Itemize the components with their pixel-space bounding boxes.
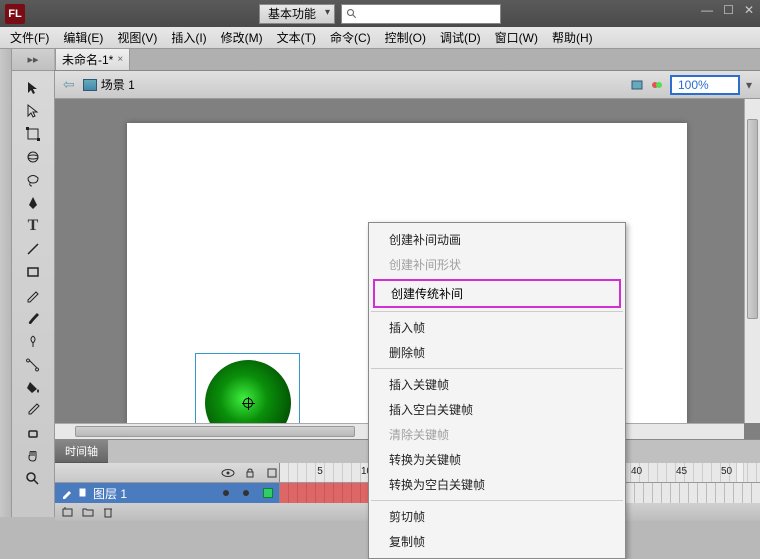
menu-clear-keyframe: 清除关键帧 <box>369 422 625 447</box>
menu-copy-frames[interactable]: 复制帧 <box>369 529 625 554</box>
layer-name-cell[interactable]: 图层 1 <box>55 483 280 503</box>
document-tab-label: 未命名-1* <box>62 51 113 68</box>
maximize-button[interactable]: ☐ <box>723 3 734 17</box>
menubar: 文件(F) 编辑(E) 视图(V) 插入(I) 修改(M) 文本(T) 命令(C… <box>0 27 760 49</box>
menu-convert-to-keyframes[interactable]: 转换为关键帧 <box>369 447 625 472</box>
workspace-selector[interactable]: 基本功能 <box>259 4 335 24</box>
scene-bar: ⇦ 场景 1 100% ▾ <box>55 71 760 99</box>
layer-name: 图层 1 <box>93 485 127 502</box>
outline-icon[interactable] <box>265 466 279 480</box>
menu-commands[interactable]: 命令(C) <box>330 29 371 46</box>
menu-control[interactable]: 控制(O) <box>385 29 426 46</box>
scrollbar-horizontal-thumb[interactable] <box>75 426 355 437</box>
scrollbar-vertical[interactable] <box>744 99 760 423</box>
search-box[interactable] <box>341 4 501 24</box>
zoom-dropdown-icon[interactable]: ▾ <box>746 78 752 92</box>
menu-edit[interactable]: 编辑(E) <box>63 29 103 46</box>
separator <box>371 311 623 312</box>
menu-remove-frames[interactable]: 删除帧 <box>369 340 625 365</box>
lock-icon[interactable] <box>243 466 257 480</box>
scrollbar-vertical-thumb[interactable] <box>747 119 758 319</box>
app-icon: FL <box>5 4 25 24</box>
bone-tool[interactable] <box>19 353 47 375</box>
edit-scene-icon[interactable] <box>630 78 644 92</box>
eye-icon[interactable] <box>221 466 235 480</box>
scene-icon <box>83 79 97 91</box>
document-tabs: 未命名-1* × <box>0 49 760 71</box>
menu-window[interactable]: 窗口(W) <box>495 29 538 46</box>
pencil-tool[interactable] <box>19 284 47 306</box>
edit-symbols-icon[interactable] <box>650 78 664 92</box>
zoom-tool[interactable] <box>19 468 47 490</box>
window-controls: — ☐ ✕ <box>701 3 754 17</box>
titlebar: FL 基本功能 — ☐ ✕ <box>0 0 760 27</box>
toolbox-header[interactable]: ▸▸ <box>12 49 54 71</box>
menu-insert-keyframe[interactable]: 插入关键帧 <box>369 372 625 397</box>
menu-insert-blank-keyframe[interactable]: 插入空白关键帧 <box>369 397 625 422</box>
scene-name: 场景 1 <box>101 76 135 93</box>
document-tab[interactable]: 未命名-1* × <box>55 48 130 70</box>
zoom-level[interactable]: 100% <box>670 75 740 95</box>
search-input[interactable] <box>358 8 488 20</box>
free-transform-tool[interactable] <box>19 123 47 145</box>
menu-create-shape-tween: 创建补间形状 <box>369 252 625 277</box>
brush-tool[interactable] <box>19 307 47 329</box>
line-tool[interactable] <box>19 238 47 260</box>
hand-tool[interactable] <box>19 445 47 467</box>
layer-lock-dot[interactable] <box>243 490 249 496</box>
menu-file[interactable]: 文件(F) <box>10 29 49 46</box>
menu-view[interactable]: 视图(V) <box>117 29 157 46</box>
menu-create-motion-tween[interactable]: 创建补间动画 <box>369 227 625 252</box>
layer-outline-swatch[interactable] <box>263 488 273 498</box>
menu-create-classic-tween[interactable]: 创建传统补间 <box>373 279 621 308</box>
subselection-tool[interactable] <box>19 100 47 122</box>
timeline-panel-tab[interactable]: 时间轴 <box>55 440 108 463</box>
separator <box>371 368 623 369</box>
menu-modify[interactable]: 修改(M) <box>221 29 263 46</box>
3d-rotation-tool[interactable] <box>19 146 47 168</box>
eraser-tool[interactable] <box>19 422 47 444</box>
registration-point-icon <box>243 398 253 408</box>
close-tab-button[interactable]: × <box>117 54 123 65</box>
track-divider <box>736 463 744 482</box>
layer-header-controls <box>55 463 280 482</box>
menu-text[interactable]: 文本(T) <box>277 29 316 46</box>
toolbox: ▸▸ T <box>12 71 55 517</box>
menu-help[interactable]: 帮助(H) <box>552 29 593 46</box>
separator <box>371 500 623 501</box>
back-arrow-icon[interactable]: ⇦ <box>63 76 75 93</box>
eyedropper-tool[interactable] <box>19 399 47 421</box>
context-menu: 创建补间动画 创建补间形状 创建传统补间 插入帧 删除帧 插入关键帧 插入空白关… <box>368 222 626 559</box>
minimize-button[interactable]: — <box>701 3 713 17</box>
menu-debug[interactable]: 调试(D) <box>440 29 481 46</box>
close-button[interactable]: ✕ <box>744 3 754 17</box>
rectangle-tool[interactable] <box>19 261 47 283</box>
menu-insert[interactable]: 插入(I) <box>171 29 206 46</box>
search-icon <box>346 8 358 20</box>
paint-bucket-tool[interactable] <box>19 376 47 398</box>
pen-tool[interactable] <box>19 192 47 214</box>
menu-convert-to-blank-keyframes[interactable]: 转换为空白关键帧 <box>369 472 625 497</box>
menu-insert-frame[interactable]: 插入帧 <box>369 315 625 340</box>
selection-tool[interactable] <box>19 77 47 99</box>
layer-visible-dot[interactable] <box>223 490 229 496</box>
deco-tool[interactable] <box>19 330 47 352</box>
left-rail <box>0 49 12 517</box>
lasso-tool[interactable] <box>19 169 47 191</box>
pen-icon <box>61 487 73 499</box>
text-tool[interactable]: T <box>19 215 47 237</box>
page-icon <box>77 487 89 499</box>
